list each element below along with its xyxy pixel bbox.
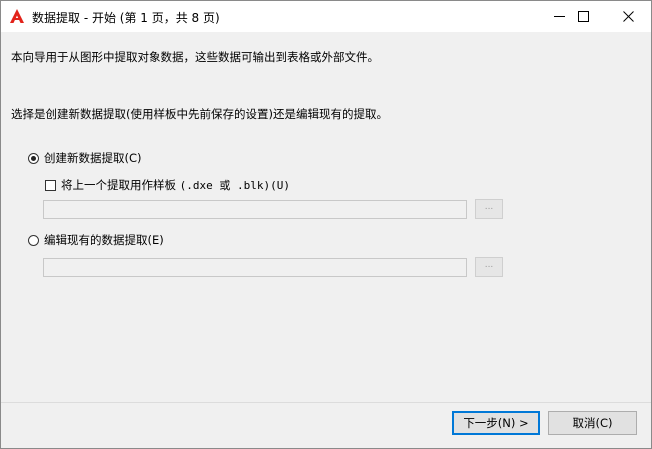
use-template-label-text: 将上一个提取用作样板 [61, 178, 180, 192]
existing-path-field[interactable] [43, 258, 467, 277]
existing-browse-button[interactable]: ... [475, 257, 503, 277]
create-new-label[interactable]: 创建新数据提取(C) [44, 150, 142, 166]
use-template-checkbox[interactable] [45, 180, 56, 191]
radio-selected-dot [31, 156, 36, 161]
intro-text: 本向导用于从图形中提取对象数据，这些数据可输出到表格或外部文件。 [11, 50, 379, 64]
title-bar[interactable]: 数据提取 - 开始 (第 1 页，共 8 页) [1, 1, 651, 32]
data-extraction-dialog: 数据提取 - 开始 (第 1 页，共 8 页) 本向导用于从图形中提取对象数据，… [0, 0, 652, 449]
create-new-radio[interactable] [28, 153, 39, 164]
template-path-field[interactable] [43, 200, 467, 219]
use-template-label-extensions: (.dxe 或 .blk)(U) [179, 179, 290, 192]
use-template-label[interactable]: 将上一个提取用作样板 (.dxe 或 .blk)(U) [61, 177, 290, 193]
dialog-footer: 下一步(N) > 取消(C) [1, 403, 651, 448]
edit-existing-radio[interactable] [28, 235, 39, 246]
maximize-button[interactable] [560, 1, 606, 32]
autocad-logo-icon [10, 9, 24, 23]
close-icon [622, 11, 634, 22]
window-title: 数据提取 - 开始 (第 1 页，共 8 页) [32, 11, 220, 25]
ellipsis-icon: ... [484, 202, 494, 212]
edit-existing-label[interactable]: 编辑现有的数据提取(E) [44, 232, 164, 248]
dialog-content: 本向导用于从图形中提取对象数据，这些数据可输出到表格或外部文件。 选择是创建新数… [1, 32, 651, 402]
close-button[interactable] [605, 1, 651, 32]
ellipsis-icon: ... [484, 260, 494, 270]
maximize-icon [577, 11, 589, 22]
template-browse-button[interactable]: ... [475, 199, 503, 219]
cancel-button[interactable]: 取消(C) [548, 411, 637, 435]
next-button[interactable]: 下一步(N) > [452, 411, 540, 435]
prompt-text: 选择是创建新数据提取(使用样板中先前保存的设置)还是编辑现有的提取。 [11, 107, 388, 121]
